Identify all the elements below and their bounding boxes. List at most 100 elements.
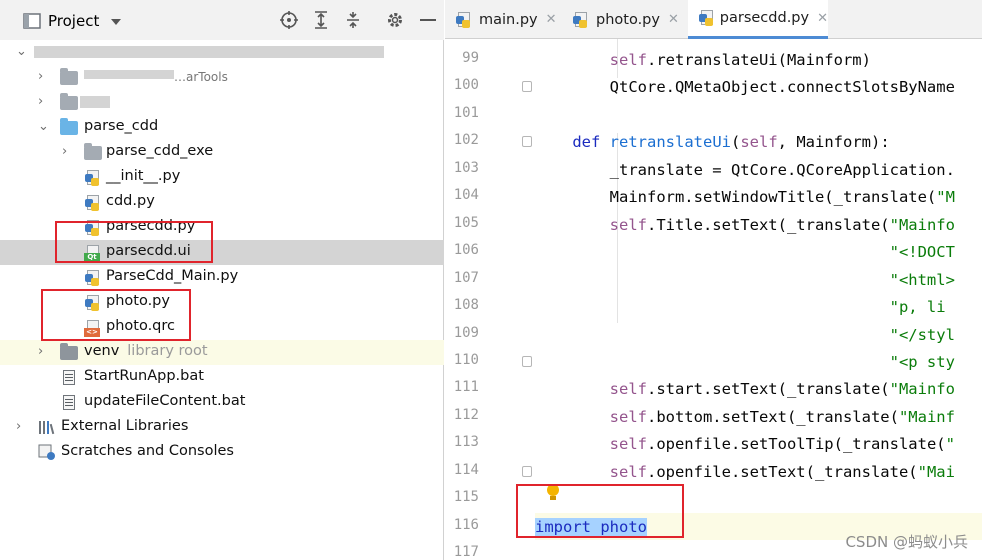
line-number: 107 (453, 269, 479, 286)
close-icon[interactable]: ✕ (817, 11, 828, 26)
code-editor: main.py ✕ photo.py ✕ parsecdd.py ✕ 99 100… (445, 0, 982, 560)
code-line[interactable]: "p, li (535, 293, 982, 321)
tree-label: ParseCdd_Main.py (106, 268, 239, 284)
chevron-right-icon[interactable]: › (38, 344, 50, 360)
line-number: 115 (453, 489, 479, 506)
tree-row-root[interactable]: ⌄ (0, 40, 444, 65)
blurred-folder-name (80, 96, 110, 108)
tab-parsecdd-py[interactable]: parsecdd.py ✕ (688, 0, 828, 39)
code-line[interactable]: self.bottom.setText(_translate("Mainf (535, 403, 982, 431)
line-number: 105 (453, 214, 479, 231)
minimize-icon[interactable] (418, 10, 438, 30)
tree-label: StartRunApp.bat (84, 368, 204, 384)
tree-row-updatefilecontent-bat[interactable]: updateFileContent.bat (0, 390, 444, 415)
code-line[interactable]: "<html> (535, 266, 982, 294)
code-token: _translate = QtCore.QCoreApplication. (535, 160, 955, 179)
code-token: "M (936, 188, 955, 207)
tree-row-photo-py[interactable]: photo.py (0, 290, 444, 315)
code-line[interactable]: self.openfile.setToolTip(_translate(" (535, 430, 982, 458)
tree-row-blurred-folder[interactable]: › (0, 90, 444, 115)
code-line[interactable]: self.openfile.setText(_translate("Mai (535, 458, 982, 486)
chevron-right-icon[interactable]: › (16, 419, 28, 435)
code-line[interactable] (535, 485, 982, 513)
tree-row-cdd-py[interactable]: cdd.py (0, 190, 444, 215)
chevron-down-icon[interactable]: ⌄ (16, 44, 28, 60)
fold-marker-icon[interactable] (522, 136, 532, 148)
code-token: def (572, 133, 601, 152)
source-folder-icon (60, 118, 78, 135)
fold-marker-icon[interactable] (522, 465, 532, 477)
code-line[interactable]: QtCore.QMetaObject.connectSlotsByName (535, 73, 982, 101)
crosshair-icon[interactable] (279, 10, 299, 30)
tree-row-startrunapp-bat[interactable]: StartRunApp.bat (0, 365, 444, 390)
editor-tab-bar: main.py ✕ photo.py ✕ parsecdd.py ✕ (445, 0, 982, 39)
tree-row-parsecdd-ui[interactable]: Qt parsecdd.ui (0, 240, 444, 265)
chevron-down-icon[interactable]: ⌄ (38, 119, 50, 135)
line-number: 104 (453, 187, 479, 204)
tree-label: __init__.py (106, 168, 181, 184)
code-line[interactable]: def retranslateUi(self, Mainform): (535, 128, 982, 156)
tree-row-tools-folder[interactable]: › …arTools (0, 65, 444, 90)
tree-row-photo-qrc[interactable]: <> photo.qrc (0, 315, 444, 340)
code-line[interactable]: "<p sty (535, 348, 982, 376)
line-number: 111 (453, 379, 479, 396)
tree-row-parse-cdd[interactable]: ⌄ parse_cdd (0, 115, 444, 140)
line-number: 114 (453, 461, 479, 478)
gear-icon[interactable] (385, 10, 405, 30)
code-line[interactable]: self.Title.setText(_translate("Mainfo (535, 211, 982, 239)
code-token: self (609, 380, 647, 399)
line-number: 99 (462, 50, 479, 66)
code-line[interactable]: _translate = QtCore.QCoreApplication. (535, 156, 982, 184)
fold-marker-icon[interactable] (522, 81, 532, 93)
tab-main-py[interactable]: main.py ✕ (445, 0, 560, 39)
line-number-gutter[interactable]: 99 100 101 102 103 104 105 106 107 108 109 110 111 11… (445, 39, 532, 560)
collapse-all-icon[interactable] (343, 10, 363, 30)
line-number: 102 (453, 132, 479, 149)
lightbulb-icon[interactable] (546, 484, 560, 502)
qt-ui-file-icon: Qt (84, 244, 102, 262)
code-line[interactable]: Mainform.setWindowTitle(_translate("M (535, 183, 982, 211)
code-area[interactable]: self.retranslateUi(Mainform) QtCore.QMet… (535, 39, 982, 560)
expand-all-icon[interactable] (311, 10, 331, 30)
close-icon[interactable]: ✕ (546, 12, 557, 27)
python-file-icon (84, 169, 102, 187)
code-token: self (740, 133, 778, 152)
code-token: self (609, 435, 647, 454)
code-line[interactable] (535, 101, 982, 129)
code-line[interactable]: self.retranslateUi(Mainform) (535, 46, 982, 74)
tree-label: cdd.py (106, 193, 155, 209)
python-file-icon (84, 294, 102, 312)
tree-row-venv[interactable]: › venv library root (0, 340, 444, 365)
tree-label: photo.py (106, 293, 170, 309)
tree-row-parsecdd-py[interactable]: parsecdd.py (0, 215, 444, 240)
folder-icon (60, 343, 78, 360)
fold-marker-icon[interactable] (522, 355, 532, 367)
code-token: ( (731, 133, 741, 152)
tree-label: parse_cdd_exe (106, 143, 214, 159)
tab-photo-py[interactable]: photo.py ✕ (562, 0, 687, 39)
close-icon[interactable]: ✕ (668, 12, 679, 27)
tree-row-parse-cdd-exe[interactable]: › parse_cdd_exe (0, 140, 444, 165)
chevron-right-icon[interactable]: › (62, 144, 74, 160)
tree-row-scratches[interactable]: Scratches and Consoles (0, 440, 444, 465)
code-line[interactable]: self.start.setText(_translate("Mainfo (535, 375, 982, 403)
code-line[interactable]: "<!DOCT (535, 238, 982, 266)
tree-label: updateFileContent.bat (84, 393, 246, 409)
tree-row-external-libraries[interactable]: › External Libraries (0, 415, 444, 440)
code-token: "<html> (889, 270, 955, 289)
code-token: , Mainform): (777, 133, 890, 152)
project-tool-window: Project ⌄ › …arTools › ⌄ parse_cdd › par… (0, 0, 444, 560)
tree-label: photo.qrc (106, 318, 175, 334)
chevron-right-icon[interactable]: › (38, 69, 50, 85)
tree-row-init-py[interactable]: __init__.py (0, 165, 444, 190)
code-line[interactable]: "</styl (535, 321, 982, 349)
dropdown-arrow-icon[interactable] (106, 12, 126, 32)
tree-row-parsecdd-main-py[interactable]: ParseCdd_Main.py (0, 265, 444, 290)
line-number: 113 (453, 434, 479, 451)
chevron-right-icon[interactable]: › (38, 94, 50, 110)
project-title[interactable]: Project (48, 12, 99, 30)
tree-label-group: venv library root (84, 343, 208, 359)
code-token: "Mainfo (889, 380, 955, 399)
